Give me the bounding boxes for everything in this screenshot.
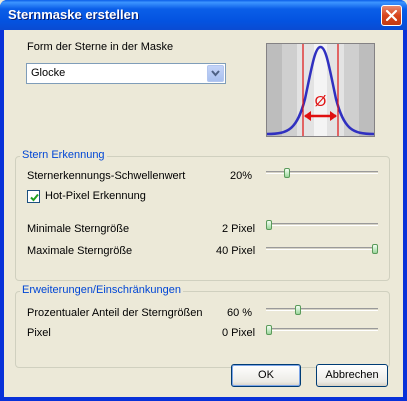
- ok-button[interactable]: OK: [231, 364, 301, 387]
- star-detection-title: Stern Erkennung: [20, 149, 107, 161]
- pixel-slider-thumb[interactable]: [266, 325, 272, 335]
- shape-label: Form der Sterne in der Maske: [27, 41, 174, 53]
- threshold-slider-thumb[interactable]: [284, 168, 290, 178]
- max-size-label: Maximale Sterngröße: [27, 245, 133, 257]
- extensions-title: Erweiterungen/Einschränkungen: [20, 284, 183, 296]
- threshold-value: 20%: [230, 170, 253, 182]
- title-bar[interactable]: Sternmaske erstellen: [0, 0, 407, 30]
- min-size-slider-track[interactable]: [266, 223, 378, 226]
- percent-slider-track[interactable]: [266, 308, 378, 311]
- shape-select-value: Glocke: [31, 67, 66, 79]
- dialog-body: Form der Sterne in der Maske Glocke Ø St…: [4, 30, 403, 397]
- threshold-label: Sternerkennungs-Schwellenwert: [27, 170, 186, 182]
- dialog-window: Sternmaske erstellen Form der Sterne in …: [0, 0, 407, 401]
- max-size-value: 40 Pixel: [216, 245, 256, 257]
- hot-pixel-checkbox[interactable]: [27, 190, 40, 203]
- max-size-slider-track[interactable]: [266, 247, 378, 250]
- pixel-label: Pixel: [27, 327, 51, 339]
- star-shape-preview: Ø: [266, 43, 375, 137]
- max-size-slider-thumb[interactable]: [372, 244, 378, 254]
- min-size-label: Minimale Sterngröße: [27, 223, 130, 235]
- shape-select[interactable]: Glocke: [26, 63, 226, 84]
- pixel-value: 0 Pixel: [222, 327, 256, 339]
- dropdown-arrow-button[interactable]: [207, 65, 224, 82]
- min-size-slider-thumb[interactable]: [266, 220, 272, 230]
- percent-label: Prozentualer Anteil der Sterngrößen: [27, 307, 203, 319]
- chevron-down-icon: [211, 70, 220, 77]
- check-icon: [30, 193, 39, 202]
- cancel-button[interactable]: Abbrechen: [316, 364, 388, 387]
- hot-pixel-label: Hot-Pixel Erkennung: [45, 190, 146, 202]
- percent-slider-thumb[interactable]: [295, 305, 301, 315]
- close-button[interactable]: [381, 5, 402, 26]
- bell-curve-graphic: Ø: [266, 44, 375, 136]
- diameter-symbol: Ø: [315, 93, 327, 110]
- threshold-slider-track[interactable]: [266, 171, 378, 174]
- percent-value: 60 %: [227, 307, 253, 319]
- min-size-value: 2 Pixel: [222, 223, 256, 235]
- pixel-slider-track[interactable]: [266, 328, 378, 331]
- window-title: Sternmaske erstellen: [8, 7, 139, 22]
- close-icon: [385, 9, 398, 22]
